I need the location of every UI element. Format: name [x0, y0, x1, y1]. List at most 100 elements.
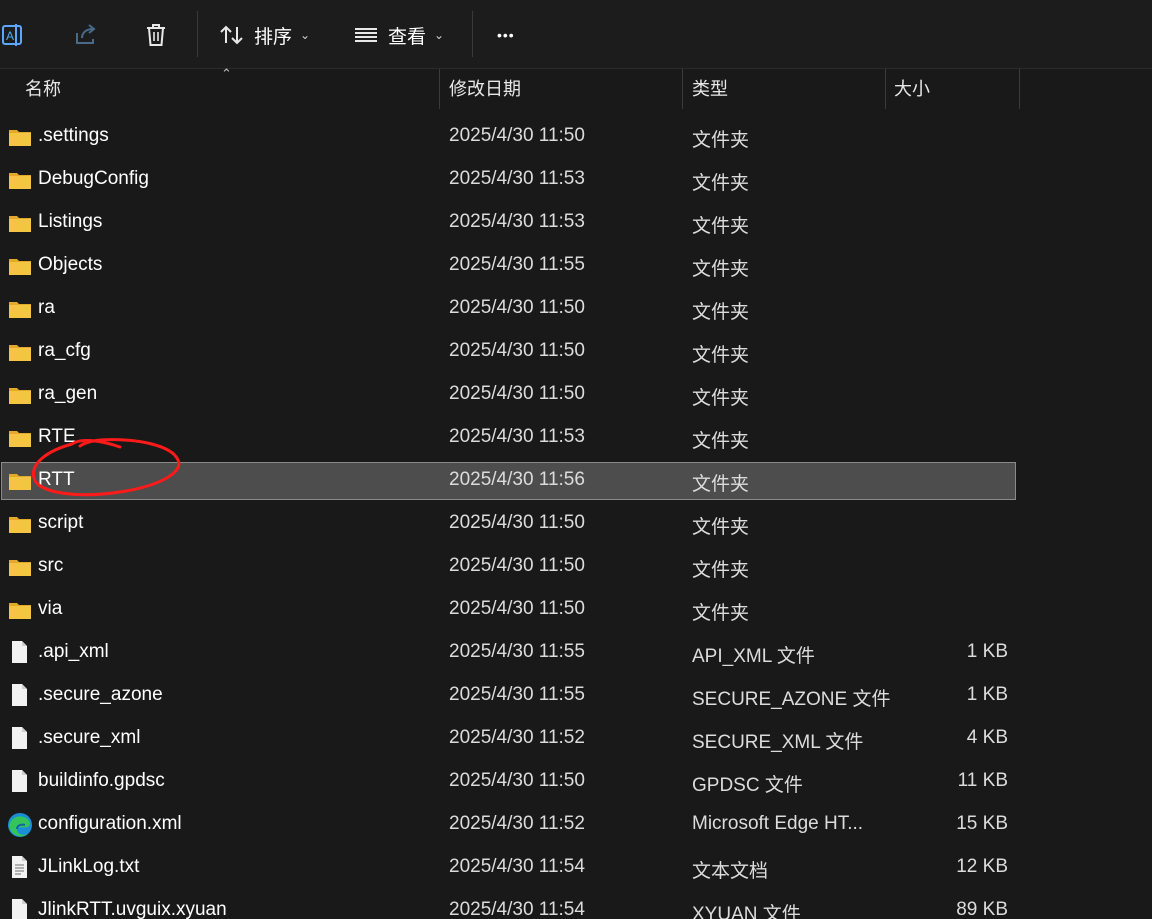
file-type: GPDSC 文件	[692, 775, 803, 796]
file-name: Objects	[38, 254, 103, 275]
file-row[interactable]: script 2025/4/30 11:50 文件夹	[2, 506, 1015, 542]
file-row[interactable]: .settings 2025/4/30 11:50 文件夹	[2, 119, 1015, 155]
file-size: 1 KB	[966, 641, 1008, 662]
toolbar-separator	[197, 11, 198, 57]
file-size: 11 KB	[957, 770, 1008, 791]
folder-icon	[8, 126, 32, 148]
column-header-size[interactable]: 大小	[894, 69, 930, 109]
chevron-down-icon: ⌄	[434, 28, 445, 42]
column-header-date[interactable]: 修改日期	[449, 69, 521, 109]
file-row[interactable]: JlinkRTT.uvguix.xyuan 2025/4/30 11:54 XYUA…	[2, 893, 1015, 919]
view-icon	[352, 21, 380, 49]
file-type: 文本文档	[692, 861, 769, 882]
file-name: script	[38, 512, 84, 533]
folder-icon	[8, 169, 32, 191]
file-row[interactable]: Objects 2025/4/30 11:55 文件夹	[2, 248, 1015, 284]
column-divider[interactable]	[885, 69, 886, 109]
file-name: .secure_xml	[38, 727, 141, 748]
file-type: 文件夹	[692, 216, 750, 237]
more-button[interactable]: •••	[497, 18, 515, 52]
file-size: 1 KB	[966, 684, 1008, 705]
file-date: 2025/4/30 11:50	[449, 340, 585, 361]
file-type: 文件夹	[692, 345, 750, 366]
file-row[interactable]: via 2025/4/30 11:50 文件夹	[2, 592, 1015, 628]
file-explorer: A 排序 ⌄ 查看 ⌄ ••• ⌃ 名称 修改日期 类型 大小 .setting…	[0, 0, 1152, 919]
file-type: 文件夹	[692, 560, 750, 581]
file-row[interactable]: .secure_xml 2025/4/30 11:52 SECURE_XML 文件 4…	[2, 721, 1015, 757]
file-name: .secure_azone	[38, 684, 163, 705]
file-date: 2025/4/30 11:56	[449, 469, 585, 490]
folder-icon	[8, 513, 32, 535]
file-icon	[7, 898, 31, 919]
file-name: RTT	[38, 469, 75, 490]
file-type: SECURE_XML 文件	[692, 732, 864, 753]
file-name: configuration.xml	[38, 813, 182, 834]
file-date: 2025/4/30 11:55	[449, 684, 585, 705]
file-date: 2025/4/30 11:50	[449, 297, 585, 318]
file-name: .api_xml	[38, 641, 109, 662]
column-header-row: ⌃ 名称 修改日期 类型 大小	[0, 66, 1152, 109]
folder-icon	[8, 212, 32, 234]
column-divider[interactable]	[682, 69, 683, 109]
file-size: 89 KB	[956, 899, 1008, 919]
file-row[interactable]: ra_gen 2025/4/30 11:50 文件夹	[2, 377, 1015, 413]
column-header-name[interactable]: 名称	[25, 69, 61, 109]
column-divider[interactable]	[439, 69, 440, 109]
file-date: 2025/4/30 11:53	[449, 426, 585, 447]
file-type: 文件夹	[692, 259, 750, 280]
file-type: API_XML 文件	[692, 646, 815, 667]
column-header-type[interactable]: 类型	[692, 69, 728, 109]
sort-button[interactable]: 排序 ⌄	[218, 18, 310, 52]
file-type: SECURE_AZONE 文件	[692, 689, 891, 710]
folder-icon	[8, 427, 32, 449]
share-icon[interactable]	[68, 18, 102, 52]
file-row[interactable]: configuration.xml 2025/4/30 11:52 Microsof…	[2, 807, 1015, 843]
folder-icon	[8, 298, 32, 320]
file-row[interactable]: DebugConfig 2025/4/30 11:53 文件夹	[2, 162, 1015, 198]
folder-icon	[8, 341, 32, 363]
file-date: 2025/4/30 11:50	[449, 125, 585, 146]
edge-icon	[7, 812, 32, 837]
file-date: 2025/4/30 11:52	[449, 813, 585, 834]
rename-icon[interactable]: A	[0, 18, 28, 52]
file-row[interactable]: .secure_azone 2025/4/30 11:55 SECURE_AZONE…	[2, 678, 1015, 714]
folder-icon	[8, 255, 32, 277]
file-name: ra_cfg	[38, 340, 91, 361]
sort-label: 排序	[254, 26, 293, 48]
file-size: 12 KB	[956, 856, 1008, 877]
file-row[interactable]: ra 2025/4/30 11:50 文件夹	[2, 291, 1015, 327]
file-type: 文件夹	[692, 302, 750, 323]
file-row[interactable]: RTT 2025/4/30 11:56 文件夹	[1, 462, 1016, 500]
file-date: 2025/4/30 11:55	[449, 641, 585, 662]
file-name: Listings	[38, 211, 103, 232]
file-row[interactable]: buildinfo.gpdsc 2025/4/30 11:50 GPDSC 文件 11…	[2, 764, 1015, 800]
file-type: 文件夹	[692, 517, 750, 538]
file-type: 文件夹	[692, 431, 750, 452]
column-divider[interactable]	[1019, 69, 1020, 109]
file-icon	[7, 769, 31, 792]
file-icon	[7, 726, 31, 749]
more-icon: •••	[497, 27, 515, 43]
file-row[interactable]: .api_xml 2025/4/30 11:55 API_XML 文件 1 KB	[2, 635, 1015, 671]
file-date: 2025/4/30 11:50	[449, 598, 585, 619]
delete-icon[interactable]	[139, 18, 173, 52]
file-date: 2025/4/30 11:53	[449, 168, 585, 189]
folder-icon	[8, 384, 32, 406]
file-type: 文件夹	[692, 388, 750, 409]
file-date: 2025/4/30 11:55	[449, 254, 585, 275]
file-name: ra	[38, 297, 55, 318]
file-date: 2025/4/30 11:54	[449, 856, 585, 877]
file-row[interactable]: RTE 2025/4/30 11:53 文件夹	[2, 420, 1015, 456]
file-icon	[7, 640, 31, 663]
file-row[interactable]: src 2025/4/30 11:50 文件夹	[2, 549, 1015, 585]
file-date: 2025/4/30 11:53	[449, 211, 585, 232]
file-type: 文件夹	[692, 603, 750, 624]
view-button[interactable]: 查看 ⌄	[352, 18, 444, 52]
file-row[interactable]: JLinkLog.txt 2025/4/30 11:54 文本文档 12 KB	[2, 850, 1015, 886]
svg-text:A: A	[6, 29, 14, 43]
file-icon	[7, 683, 31, 706]
file-name: buildinfo.gpdsc	[38, 770, 165, 791]
file-row[interactable]: ra_cfg 2025/4/30 11:50 文件夹	[2, 334, 1015, 370]
file-name: .settings	[38, 125, 109, 146]
file-row[interactable]: Listings 2025/4/30 11:53 文件夹	[2, 205, 1015, 241]
